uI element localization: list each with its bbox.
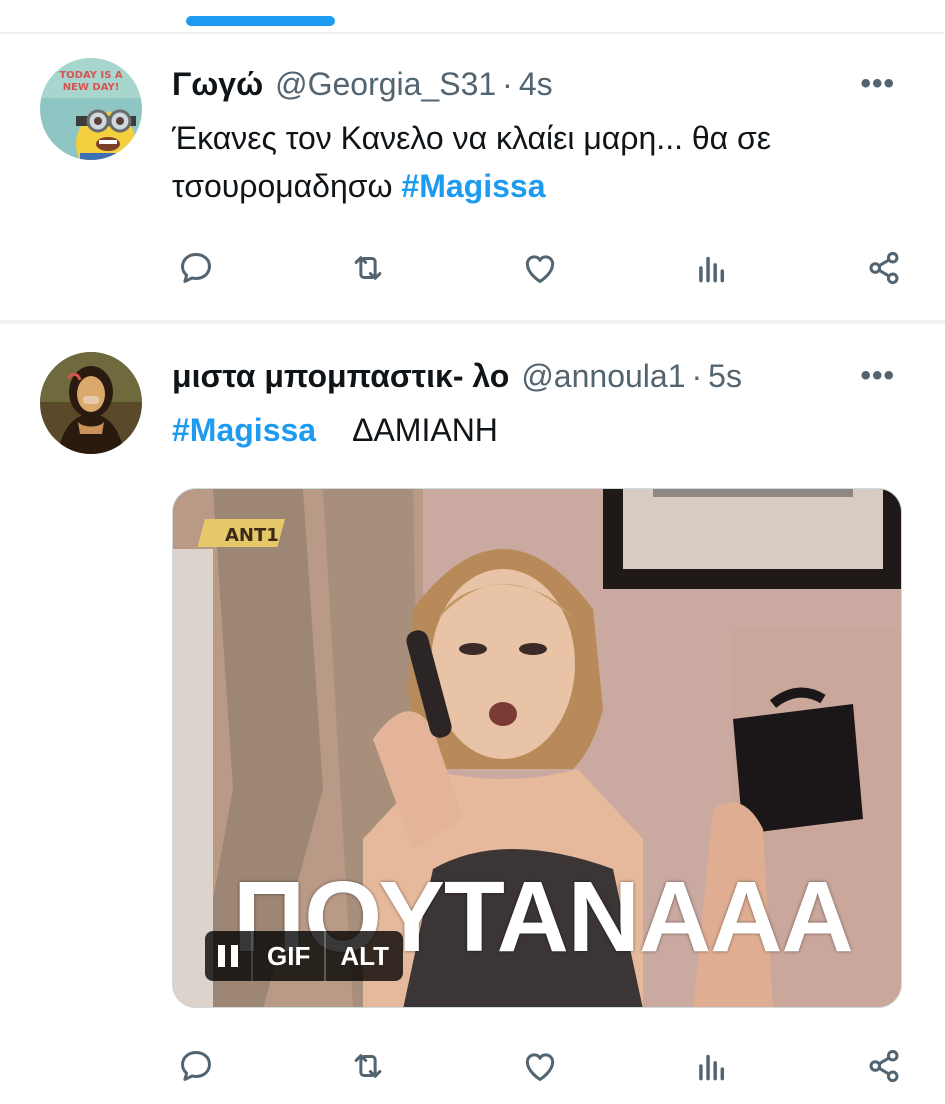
tweet-text-plain: ΔΑΜΙΑΝΗ (352, 412, 498, 448)
avatar-text-line1: TODAY IS A (59, 70, 123, 81)
tweet-header: Γωγώ @Georgia_S31 · 4s ••• (172, 62, 925, 106)
display-name[interactable]: μιστα μπομπαστικ- λο (172, 358, 509, 395)
tweet-actions (172, 244, 912, 292)
more-horizontal-icon[interactable]: ••• (860, 359, 895, 393)
alt-text-button[interactable]: ALT (324, 931, 403, 981)
tweet-text: Έκανες τον Κανελο να κλαίει μαρη... θα σ… (172, 114, 905, 210)
reply-icon (181, 253, 211, 283)
avatar[interactable]: TODAY IS A NEW DAY! (40, 58, 142, 160)
minion-avatar-icon: TODAY IS A NEW DAY! (40, 58, 142, 160)
views-button[interactable] (688, 1042, 736, 1090)
tweet-card[interactable]: TODAY IS A NEW DAY! Γωγώ @Georgia_S31 · … (0, 34, 945, 322)
like-button[interactable] (516, 1042, 564, 1090)
share-icon (869, 251, 899, 285)
reply-button[interactable] (172, 244, 220, 292)
tweet-card[interactable]: μιστα μπομπαστικ- λο @annoula1 · 5s ••• … (0, 324, 945, 1104)
tweet-actions (172, 1042, 912, 1090)
retweet-icon (354, 256, 382, 280)
mona-lisa-avatar-icon (40, 352, 142, 454)
active-tab-indicator (186, 16, 335, 26)
retweet-button[interactable] (344, 244, 392, 292)
share-button[interactable] (860, 244, 908, 292)
reply-button[interactable] (172, 1042, 220, 1090)
separator-dot: · (691, 357, 703, 394)
reply-icon (181, 1051, 211, 1081)
channel-logo: ANT1 (225, 525, 279, 546)
heart-icon (525, 255, 555, 283)
gif-media[interactable]: ANT1 ΠΟΥΤΑΝΑΑΑ GIF ALT (172, 488, 902, 1008)
share-button[interactable] (860, 1042, 908, 1090)
retweet-button[interactable] (344, 1042, 392, 1090)
user-handle[interactable]: @Georgia_S31 (275, 66, 496, 103)
timestamp[interactable]: 4s (519, 66, 553, 103)
pause-icon (218, 945, 238, 967)
more-horizontal-icon[interactable]: ••• (860, 67, 895, 101)
pause-button[interactable] (205, 931, 251, 981)
gif-controls: GIF ALT (205, 931, 403, 981)
display-name[interactable]: Γωγώ (172, 66, 263, 103)
analytics-icon (699, 256, 725, 283)
hashtag-link[interactable]: #Magissa (172, 412, 316, 448)
retweet-icon (354, 1054, 382, 1078)
timestamp[interactable]: 5s (708, 358, 742, 395)
avatar-text-line2: NEW DAY! (63, 82, 120, 93)
tweet-header: μιστα μπομπαστικ- λο @annoula1 · 5s ••• (172, 354, 925, 398)
user-handle[interactable]: @annoula1 (521, 358, 685, 395)
separator-dot: · (502, 65, 513, 102)
avatar[interactable] (40, 352, 142, 454)
hashtag-link[interactable]: #Magissa (401, 168, 545, 204)
like-button[interactable] (516, 244, 564, 292)
views-button[interactable] (688, 244, 736, 292)
gif-badge: GIF (251, 931, 325, 981)
tweet-text: #Magissa ΔΑΜΙΑΝΗ (172, 406, 905, 454)
share-icon (869, 1049, 899, 1083)
analytics-icon (699, 1054, 725, 1081)
heart-icon (525, 1053, 555, 1081)
